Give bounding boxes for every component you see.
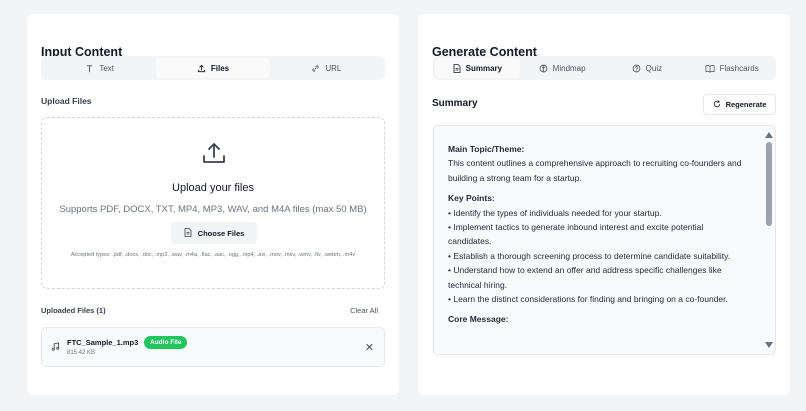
link-icon — [311, 64, 320, 73]
document-icon — [453, 63, 461, 73]
scroll-down-arrow-icon[interactable] — [765, 342, 773, 348]
refresh-icon — [713, 100, 721, 110]
summary-output[interactable]: Main Topic/Theme: This content outlines … — [433, 125, 776, 355]
tab-flashcards-label: Flashcards — [719, 63, 759, 73]
tab-flashcards[interactable]: Flashcards — [689, 58, 774, 78]
file-dropzone[interactable]: Upload your files Supports PDF, DOCX, TX… — [41, 117, 385, 289]
upload-files-label: Upload Files — [41, 96, 92, 106]
main-topic-heading: Main Topic/Theme: — [448, 144, 525, 154]
uploaded-files-label: Uploaded Files (1) — [41, 306, 106, 315]
tab-mindmap[interactable]: Mindmap — [520, 58, 605, 78]
input-tabs: Text Files URL — [41, 56, 385, 80]
choose-files-button[interactable]: Choose Files — [171, 222, 257, 244]
music-note-icon — [51, 342, 60, 354]
text-icon — [85, 64, 94, 73]
remove-file-icon[interactable]: ✕ — [365, 341, 374, 354]
input-content-panel: Input Content Text Files URL Upload File… — [27, 14, 399, 395]
uploaded-file-item: FTC_Sample_1.mp3 815.42 KB Audio File ✕ — [41, 327, 385, 367]
tab-quiz-label: Quiz — [645, 63, 663, 73]
key-point-item: • Implement tactics to generate inbound … — [448, 222, 704, 247]
mindmap-icon — [539, 64, 548, 73]
regenerate-label: Regenerate — [725, 100, 767, 109]
upload-title: Upload your files — [172, 182, 254, 194]
file-icon — [184, 227, 192, 239]
accepted-types: Accepted types: .pdf, .docx, .doc, .mp3,… — [70, 252, 356, 258]
upload-subtitle: Supports PDF, DOCX, TXT, MP4, MP3, WAV, … — [59, 204, 367, 215]
core-message-heading: Core Message: — [448, 314, 509, 325]
summary-scrollbar[interactable] — [765, 132, 773, 348]
scroll-up-arrow-icon[interactable] — [765, 132, 773, 138]
file-size: 815.42 KB — [67, 350, 96, 356]
summary-section-title: Summary — [432, 98, 478, 109]
file-type-badge: Audio File — [144, 336, 188, 349]
tab-mindmap-label: Mindmap — [552, 63, 586, 73]
upload-large-icon — [201, 140, 227, 166]
key-point-item: • Identify the types of individuals need… — [448, 207, 662, 218]
choose-files-label: Choose Files — [197, 228, 245, 238]
tab-text-label: Text — [99, 63, 114, 73]
book-icon — [705, 64, 715, 73]
tab-url[interactable]: URL — [270, 58, 383, 78]
generate-tabs: Summary Mindmap Quiz Flashcards — [433, 56, 776, 80]
tab-text[interactable]: Text — [43, 58, 156, 78]
regenerate-button[interactable]: Regenerate — [703, 94, 776, 115]
key-point-item: • Learn the distinct considerations for … — [448, 294, 728, 305]
scrollbar-thumb[interactable] — [766, 142, 772, 226]
clear-all-button[interactable]: Clear All — [350, 306, 378, 315]
quiz-icon — [632, 64, 641, 73]
key-point-item: • Understand how to extend an offer and … — [448, 265, 722, 290]
generate-content-panel: Generate Content Summary Mindmap Quiz Fl… — [418, 14, 790, 395]
key-point-item: • Establish a thorough screening process… — [448, 250, 731, 261]
file-name: FTC_Sample_1.mp3 — [67, 338, 139, 347]
upload-icon — [197, 64, 206, 73]
uploaded-files-header: Uploaded Files (1) Clear All — [41, 306, 378, 315]
tab-files-label: Files — [210, 63, 230, 73]
tab-files[interactable]: Files — [156, 58, 270, 78]
tab-quiz[interactable]: Quiz — [605, 58, 690, 78]
summary-text: Main Topic/Theme: This content outlines … — [448, 142, 748, 327]
tab-summary-label: Summary — [465, 63, 503, 73]
main-topic-text: This content outlines a comprehensive ap… — [448, 158, 742, 183]
tab-summary[interactable]: Summary — [435, 58, 520, 78]
key-points-heading: Key Points: — [448, 193, 495, 204]
tab-url-label: URL — [325, 63, 342, 73]
